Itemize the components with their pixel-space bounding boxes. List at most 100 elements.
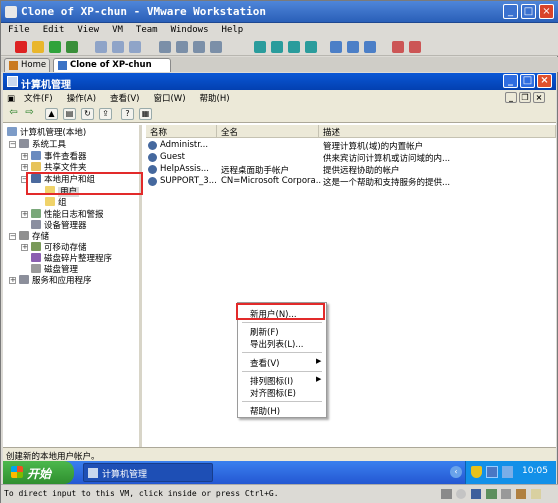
menu-help[interactable]: Help (215, 23, 250, 35)
pause-icon[interactable] (32, 41, 44, 53)
cm-menu-window[interactable]: 窗口(W) (146, 90, 192, 104)
guest-screen[interactable]: 计算机管理 _ □ × ▣ 文件(F) 操作(A) 查看(V) 窗口(W) 帮助(H) _… (3, 73, 556, 484)
menu-windows[interactable]: Windows (164, 23, 215, 35)
shared-folder-icon (31, 162, 41, 171)
maximize-button[interactable]: □ (521, 4, 536, 19)
snapshot-icon[interactable] (95, 41, 107, 53)
summary-view-icon[interactable] (305, 41, 317, 53)
back-icon[interactable]: ⇦ (7, 108, 20, 120)
vmware-app-icon (5, 6, 17, 18)
security-shield-icon[interactable] (471, 466, 482, 478)
taskbar-item-computer-management[interactable]: 计算机管理 (83, 463, 213, 482)
cm-menu-icon[interactable]: ▣ (3, 92, 17, 104)
menu-help[interactable]: 帮助(H) (250, 405, 280, 417)
list-item[interactable]: HelpAssis... 远程桌面助手帐户 提供远程协助的帐户 (148, 164, 554, 176)
unity-icon[interactable] (392, 41, 404, 53)
expand-event-viewer[interactable]: + (21, 153, 28, 160)
network-adapter-icon[interactable] (486, 489, 497, 499)
cm-close-button[interactable]: × (537, 74, 552, 88)
menu-file[interactable]: File (1, 23, 36, 35)
cm-menu-help[interactable]: 帮助(H) (193, 90, 237, 104)
properties-icon[interactable]: ▦ (139, 108, 152, 120)
network-icon[interactable] (486, 466, 498, 478)
tree-root[interactable]: 计算机管理(本地) (7, 127, 86, 139)
cm-menu-file[interactable]: 文件(F) (17, 90, 60, 104)
menu-view[interactable]: 查看(V) (250, 357, 279, 369)
cm-maximize-button[interactable]: □ (520, 74, 535, 88)
computer-management-icon (88, 468, 98, 478)
message-icon[interactable] (531, 489, 541, 499)
column-fullname[interactable]: 全名 (217, 125, 319, 138)
expand-perf-logs[interactable]: + (21, 211, 28, 218)
show-toolbar-icon[interactable] (364, 41, 376, 53)
menu-edit[interactable]: Edit (36, 23, 71, 35)
play-icon[interactable] (49, 41, 61, 53)
floppy-icon[interactable] (471, 489, 481, 499)
start-button[interactable]: 开始 (3, 461, 74, 484)
up-icon[interactable]: ▲ (45, 108, 58, 120)
usb-icon[interactable] (501, 489, 511, 499)
export-icon[interactable]: ⇪ (99, 108, 112, 120)
list-item[interactable]: Guest 供来宾访问计算机或访问域的内... (148, 152, 554, 164)
column-name[interactable]: 名称 (146, 125, 217, 138)
menu-refresh[interactable]: 刷新(F) (250, 326, 279, 338)
show-tree-icon[interactable]: ▤ (63, 108, 76, 120)
snapshot-manager-icon[interactable] (129, 41, 141, 53)
submenu-arrow-icon: ▶ (316, 357, 322, 365)
stop-icon[interactable] (15, 41, 27, 53)
cdrom-icon[interactable] (456, 489, 466, 499)
volume-icon[interactable] (502, 466, 513, 478)
tab-home[interactable]: Home (4, 58, 50, 72)
event-viewer-icon (31, 151, 41, 160)
reset-icon[interactable] (66, 41, 78, 53)
list-item[interactable]: Administr... 管理计算机(域)的内置帐户 (148, 140, 554, 152)
device-manager-icon (31, 220, 41, 229)
cm-menu-action[interactable]: 操作(A) (60, 90, 103, 104)
tree-system-tools[interactable]: 系统工具 (19, 139, 66, 151)
help-icon[interactable]: ? (121, 108, 134, 120)
refresh-icon[interactable]: ↻ (81, 108, 94, 120)
tray-expand-icon[interactable]: ‹ (450, 466, 462, 478)
highlight-new-user (236, 303, 325, 320)
close-button[interactable]: × (539, 4, 554, 19)
collapse-storage[interactable]: − (9, 233, 16, 240)
quick-switch-icon[interactable] (288, 41, 300, 53)
team-icon[interactable] (159, 41, 171, 53)
library-icon[interactable] (409, 41, 421, 53)
hdd-icon[interactable] (441, 489, 452, 499)
team-icon-4[interactable] (210, 41, 222, 53)
cm-inner-minimize-button[interactable]: _ (505, 92, 517, 103)
menu-line-up-icons[interactable]: 对齐图标(E) (250, 387, 296, 399)
console-icon[interactable] (347, 41, 359, 53)
fullscreen-icon[interactable] (271, 41, 283, 53)
cm-inner-close-button[interactable]: × (533, 92, 545, 103)
folder-icon (45, 197, 55, 206)
menu-vm[interactable]: VM (105, 23, 129, 35)
expand-services-apps[interactable]: + (9, 277, 16, 284)
revert-icon[interactable] (112, 41, 124, 53)
tree-groups[interactable]: 组 (45, 197, 67, 209)
cm-menu-view[interactable]: 查看(V) (103, 90, 146, 104)
cm-inner-restore-button[interactable]: ❐ (519, 92, 531, 103)
expand-shared-folders[interactable]: + (21, 164, 28, 171)
device-icons (441, 487, 557, 501)
minimize-button[interactable]: _ (503, 4, 518, 19)
forward-icon[interactable]: ⇨ (23, 108, 36, 120)
menu-arrange-icons[interactable]: 排列图标(I) (250, 375, 293, 387)
menu-export-list[interactable]: 导出列表(L)... (250, 338, 303, 350)
expand-system-tools[interactable]: − (9, 141, 16, 148)
cm-minimize-button[interactable]: _ (503, 74, 518, 88)
menu-team[interactable]: Team (129, 23, 164, 35)
tab-vm[interactable]: Clone of XP-chun (53, 58, 171, 72)
computer-management-title: 计算机管理 (3, 73, 556, 91)
team-icon-2[interactable] (176, 41, 188, 53)
console-view-icon[interactable] (254, 41, 266, 53)
list-item[interactable]: SUPPORT_3... CN=Microsoft Corpora... 这是一… (148, 176, 554, 188)
menu-view[interactable]: View (70, 23, 105, 35)
appliance-view-icon[interactable] (330, 41, 342, 53)
expand-removable-storage[interactable]: + (21, 244, 28, 251)
sound-icon[interactable] (516, 489, 526, 499)
team-icon-3[interactable] (193, 41, 205, 53)
column-description[interactable]: 描述 (319, 125, 556, 138)
tree-services-apps[interactable]: 服务和应用程序 (19, 275, 92, 287)
